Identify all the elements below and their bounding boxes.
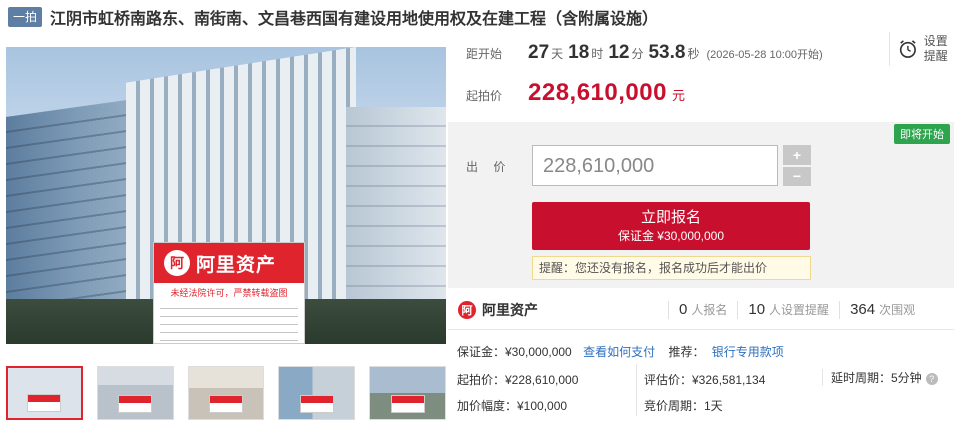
thumbnail-1[interactable] <box>6 366 83 420</box>
register-now-button[interactable]: 立即报名 保证金 ¥30,000,000 <box>532 202 810 250</box>
bid-amount-input[interactable]: 228,610,000 <box>532 145 778 186</box>
detail-start-price: 起拍价：¥228,610,000 <box>457 373 579 387</box>
thumbnail-strip <box>6 366 447 420</box>
price-unit: 元 <box>671 88 685 103</box>
how-to-pay-link[interactable]: 查看如何支付 <box>583 345 655 359</box>
deposit-amount: 保证金：¥30,000,000 <box>457 345 572 359</box>
countdown-seconds: 53.8 <box>648 42 686 63</box>
status-badge: 即将开始 <box>894 124 950 144</box>
auction-round-badge: 一拍 <box>8 7 43 27</box>
delay-period: 延时周期：5分钟? <box>822 369 938 386</box>
registration-hint: 提醒：您还没有报名，报名成功后才能出价 <box>532 256 811 280</box>
appraisal-price: 评估价：¥326,581,134 <box>644 373 766 387</box>
start-price-label: 起拍价 <box>466 89 503 103</box>
sign-brand: 阿里资产 <box>196 254 277 276</box>
deposit-note: 保证金 ¥30,000,000 <box>617 229 725 243</box>
start-time-note: (2026-05-28 10:00开始) <box>706 49 823 61</box>
divider <box>636 364 637 416</box>
sign-warning: 未经法院许可，严禁转载盗图 <box>170 288 288 298</box>
deposit-row: 保证金：¥30,000,000 查看如何支付 推荐： 银行专用款项 <box>457 343 784 360</box>
stats-row: 阿 阿里资产 0 人报名 10 人设置提醒 364 次围观 <box>448 290 954 330</box>
page-title: 江阴市虹桥南路东、南街南、文昌巷西国有建设用地使用权及在建工程（含附属设施） <box>50 11 659 28</box>
start-price-value: 228,610,000 <box>528 79 667 106</box>
ali-logo-icon: 阿 <box>164 250 190 276</box>
reminder-count: 10 人设置提醒 <box>737 300 839 319</box>
decrease-bid-button[interactable]: − <box>783 166 811 186</box>
set-reminder-button[interactable]: 设置提醒 <box>889 32 949 66</box>
sign-contact-lines <box>160 303 298 344</box>
countdown-hours: 18 <box>568 42 590 63</box>
countdown-days: 27 <box>528 42 550 63</box>
ali-asset-brand[interactable]: 阿 阿里资产 <box>458 300 668 320</box>
thumbnail-5[interactable] <box>369 366 447 420</box>
recommend-label: 推荐： <box>668 345 705 359</box>
countdown-minutes: 12 <box>608 42 630 63</box>
thumbnail-3[interactable] <box>187 366 265 420</box>
auction-cycle: 竞价周期：1天 <box>644 399 723 413</box>
ali-asset-logo-icon: 阿 <box>458 300 476 319</box>
view-count: 364 次围观 <box>839 300 925 319</box>
alarm-clock-icon <box>899 40 916 58</box>
thumbnail-2[interactable] <box>96 366 174 420</box>
bank-account-link[interactable]: 银行专用款项 <box>712 345 784 359</box>
increase-bid-button[interactable]: + <box>783 145 811 165</box>
register-button-label: 立即报名 <box>640 209 701 226</box>
help-icon[interactable]: ? <box>925 372 938 385</box>
thumbnail-4[interactable] <box>278 366 356 420</box>
start-price-row: 起拍价 228,610,000 元 <box>466 79 685 107</box>
bid-panel: 即将开始 出 价 228,610,000 + − 立即报名 保证金 ¥30,00… <box>448 122 954 288</box>
ali-asset-sign: 阿 阿里资产 未经法院许可，严禁转载盗图 <box>153 242 305 344</box>
signup-count: 0 人报名 <box>668 300 737 319</box>
title-row: 一拍 江阴市虹桥南路东、南街南、文昌巷西国有建设用地使用权及在建工程（含附属设施… <box>8 5 658 29</box>
bid-stepper: + − <box>783 145 811 186</box>
bid-label: 出 价 <box>466 160 512 174</box>
reminder-label: 设置提醒 <box>923 34 948 63</box>
main-property-image[interactable]: 阿 阿里资产 未经法院许可，严禁转载盗图 <box>6 47 446 344</box>
countdown-label: 距开始 <box>466 47 503 61</box>
bid-increment: 加价幅度：¥100,000 <box>457 399 568 413</box>
countdown: 距开始 27 天 18 时 12 分 53.8 秒 (2026-05-28 10… <box>466 42 823 63</box>
brand-name: 阿里资产 <box>482 301 538 318</box>
